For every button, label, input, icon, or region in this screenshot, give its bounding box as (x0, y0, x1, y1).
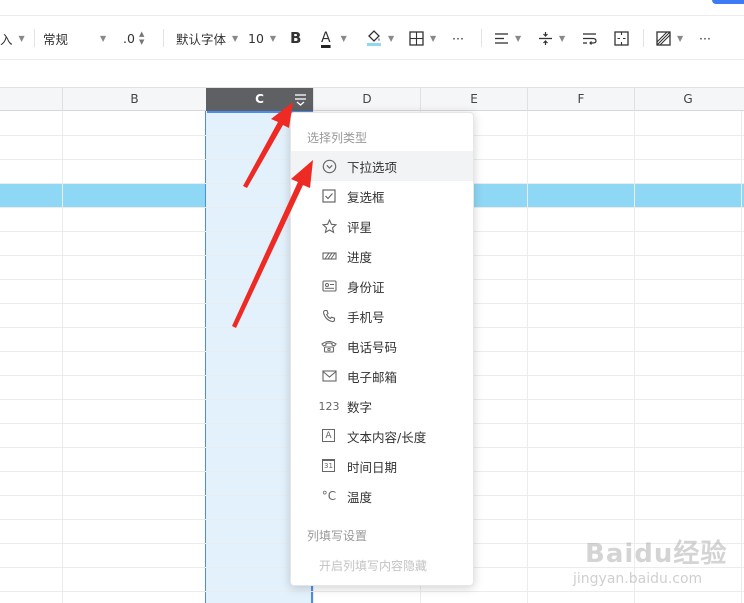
column-header-e[interactable]: E (420, 88, 527, 111)
dropdown-section2-title: 列填写设置 (307, 529, 368, 543)
telephone-icon (321, 338, 337, 354)
merge-cells-icon (614, 30, 629, 46)
temperature-icon: °C (321, 489, 337, 503)
grid-col-line (206, 111, 207, 603)
border-button[interactable]: ▼ (409, 16, 436, 60)
insert-button[interactable]: 入 ▼ (0, 16, 25, 60)
menu-item-temperature[interactable]: °C 温度 (291, 481, 473, 511)
hide-content-option: 开启列填写内容隐藏 (319, 559, 428, 573)
column-header-c[interactable]: C (206, 88, 313, 111)
checkbox-icon (321, 188, 337, 204)
vertical-align-icon (539, 31, 552, 45)
menu-item-checkbox[interactable]: 复选框 (291, 181, 473, 211)
grid-col-line (62, 111, 63, 603)
more-tools-button[interactable]: ··· (699, 16, 711, 60)
menu-item-text-length[interactable]: A 文本内容/长度 (291, 421, 473, 451)
mail-icon (321, 368, 337, 384)
align-left-icon (495, 32, 508, 44)
grid-col-line (527, 111, 528, 603)
top-accent-button[interactable] (712, 0, 744, 4)
column-type-menu-icon[interactable] (294, 93, 307, 106)
id-card-icon (321, 278, 337, 294)
menu-item-number[interactable]: 123 数字 (291, 391, 473, 421)
font-family-label: 默认字体 (176, 31, 227, 47)
menu-item-datetime[interactable]: 31 时间日期 (291, 451, 473, 481)
bold-button[interactable]: B (290, 16, 301, 60)
menu-item-email[interactable]: 电子邮箱 (291, 361, 473, 391)
top-strip (0, 0, 744, 16)
wrap-text-icon (583, 32, 597, 45)
menu-item-id-card[interactable]: 身份证 (291, 271, 473, 301)
fill-color-button[interactable]: ▼ (366, 16, 394, 60)
column-header-f[interactable]: F (527, 88, 634, 111)
wrap-text-button[interactable] (582, 16, 597, 60)
column-header-b[interactable]: B (62, 88, 206, 111)
conditional-format-button[interactable]: ▼ (656, 16, 683, 60)
menu-item-progress[interactable]: 进度 (291, 241, 473, 271)
more-format-button[interactable]: ··· (452, 16, 464, 60)
decimal-places-stepper[interactable]: .0 ▲ ▼ (123, 16, 144, 60)
column-header-row: B C D E F G (0, 87, 744, 111)
number-format-label: 常规 (43, 31, 69, 47)
dropdown-circle-icon (321, 158, 337, 174)
menu-item-dropdown-option[interactable]: 下拉选项 (291, 151, 473, 181)
grid-col-line (741, 111, 742, 603)
menu-item-rating[interactable]: 评星 (291, 211, 473, 241)
vertical-align-button[interactable]: ▼ (538, 16, 565, 60)
progress-icon (321, 248, 337, 264)
font-family-select[interactable]: 默认字体 ▼ (176, 16, 238, 60)
text-icon: A (322, 429, 335, 442)
number-icon: 123 (318, 399, 340, 413)
font-size-label: 10 (248, 30, 264, 46)
number-format-select[interactable]: 常规 ▼ (43, 16, 106, 60)
baidu-watermark: Baidu经验 jingyan.baidu.com (573, 539, 728, 587)
column-type-dropdown: 选择列类型 下拉选项 复选框 评星 进度 身份证 手机号 电话号码 电子邮箱 1… (290, 112, 474, 586)
paint-bucket-icon (367, 30, 381, 46)
conditional-format-icon (656, 30, 671, 46)
border-grid-icon (409, 30, 424, 46)
font-size-select[interactable]: 10 ▼ (248, 16, 276, 60)
dropdown-section-title: 选择列类型 (307, 131, 368, 145)
font-color-button[interactable]: A ▼ (321, 16, 347, 60)
calendar-icon: 31 (322, 459, 335, 472)
merge-cells-button[interactable] (614, 16, 629, 60)
menu-item-mobile[interactable]: 手机号 (291, 301, 473, 331)
toolbar: 入 ▼ 常规 ▼ .0 ▲ ▼ 默认字体 ▼ 10 ▼ B A ▼ ▼ ▼ ··· (0, 16, 744, 60)
horizontal-align-button[interactable]: ▼ (494, 16, 521, 60)
star-icon (321, 218, 337, 234)
column-header-g[interactable]: G (634, 88, 741, 111)
menu-item-telephone[interactable]: 电话号码 (291, 331, 473, 361)
phone-icon (321, 308, 337, 324)
column-header-d[interactable]: D (313, 88, 420, 111)
